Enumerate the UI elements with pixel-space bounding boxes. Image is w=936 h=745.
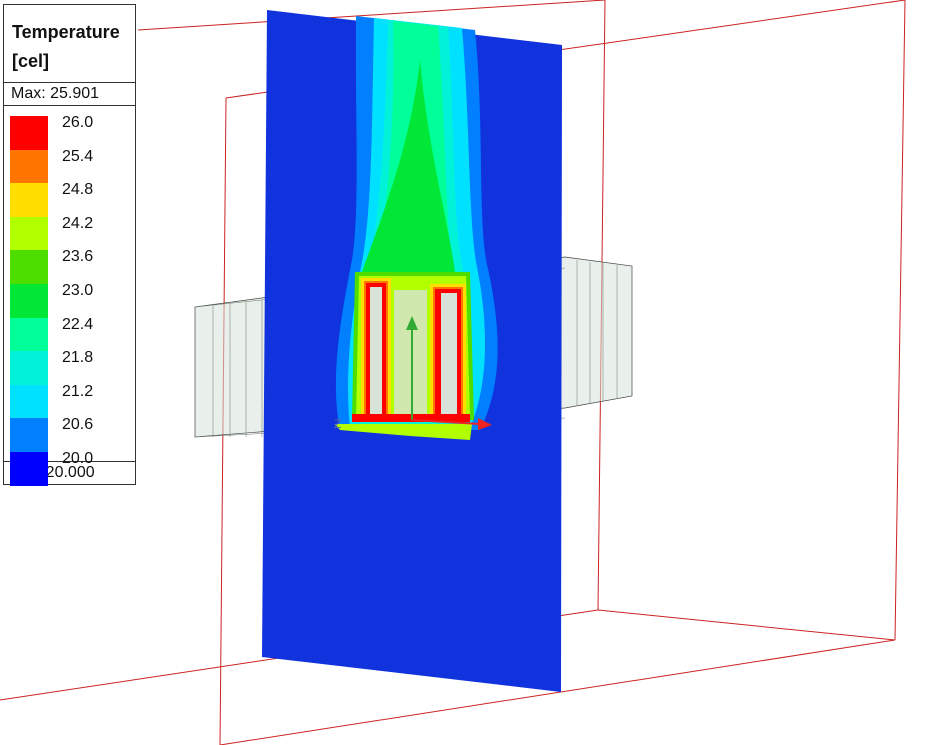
legend-swatch xyxy=(10,317,48,352)
legend-level-label: 20.0 xyxy=(62,450,94,467)
legend-level-label: 24.2 xyxy=(62,214,94,232)
legend-swatch xyxy=(10,116,48,150)
legend-level-label: 21.8 xyxy=(62,349,94,367)
legend-swatch xyxy=(10,418,48,453)
legend-level-label: 23.6 xyxy=(62,248,94,266)
temperature-legend: Temperature [cel] Max: 25.901 26.0 25.4 24… xyxy=(3,4,136,486)
fin-center-gap xyxy=(394,290,427,418)
legend-level-label: 23.0 xyxy=(62,282,94,299)
legend-level-label: 20.6 xyxy=(62,416,94,434)
fin-left-gap xyxy=(370,287,382,415)
legend-title: Temperature [cel] xyxy=(4,5,135,82)
legend-level-label: 22.4 xyxy=(62,315,94,333)
fin-right-gap xyxy=(441,293,457,415)
axis-z-label: Z xyxy=(334,417,341,431)
legend-swatch xyxy=(10,384,48,419)
legend-level-label: 24.8 xyxy=(62,181,94,199)
legend-title-quantity: Temperature xyxy=(12,22,120,42)
legend-swatch xyxy=(10,284,48,318)
legend-swatch xyxy=(10,183,48,218)
legend-level-label: 21.2 xyxy=(62,382,94,400)
legend-color-scale: 26.0 25.4 24.8 24.2 23.6 23.0 22.4 21.8 21.2 20.6… xyxy=(4,106,135,486)
legend-max: Max: 25.901 xyxy=(4,82,135,106)
legend-swatch xyxy=(10,250,48,285)
viewport-3d[interactable]: Z xyxy=(0,0,936,745)
legend-swatch xyxy=(10,216,48,251)
legend-swatch xyxy=(10,351,48,386)
legend-level-label: 26.0 xyxy=(62,114,94,131)
legend-title-unit: [cel] xyxy=(12,51,50,71)
legend-swatch xyxy=(10,452,48,486)
legend-level-label: 25.4 xyxy=(62,147,94,165)
legend-swatch xyxy=(10,149,48,184)
